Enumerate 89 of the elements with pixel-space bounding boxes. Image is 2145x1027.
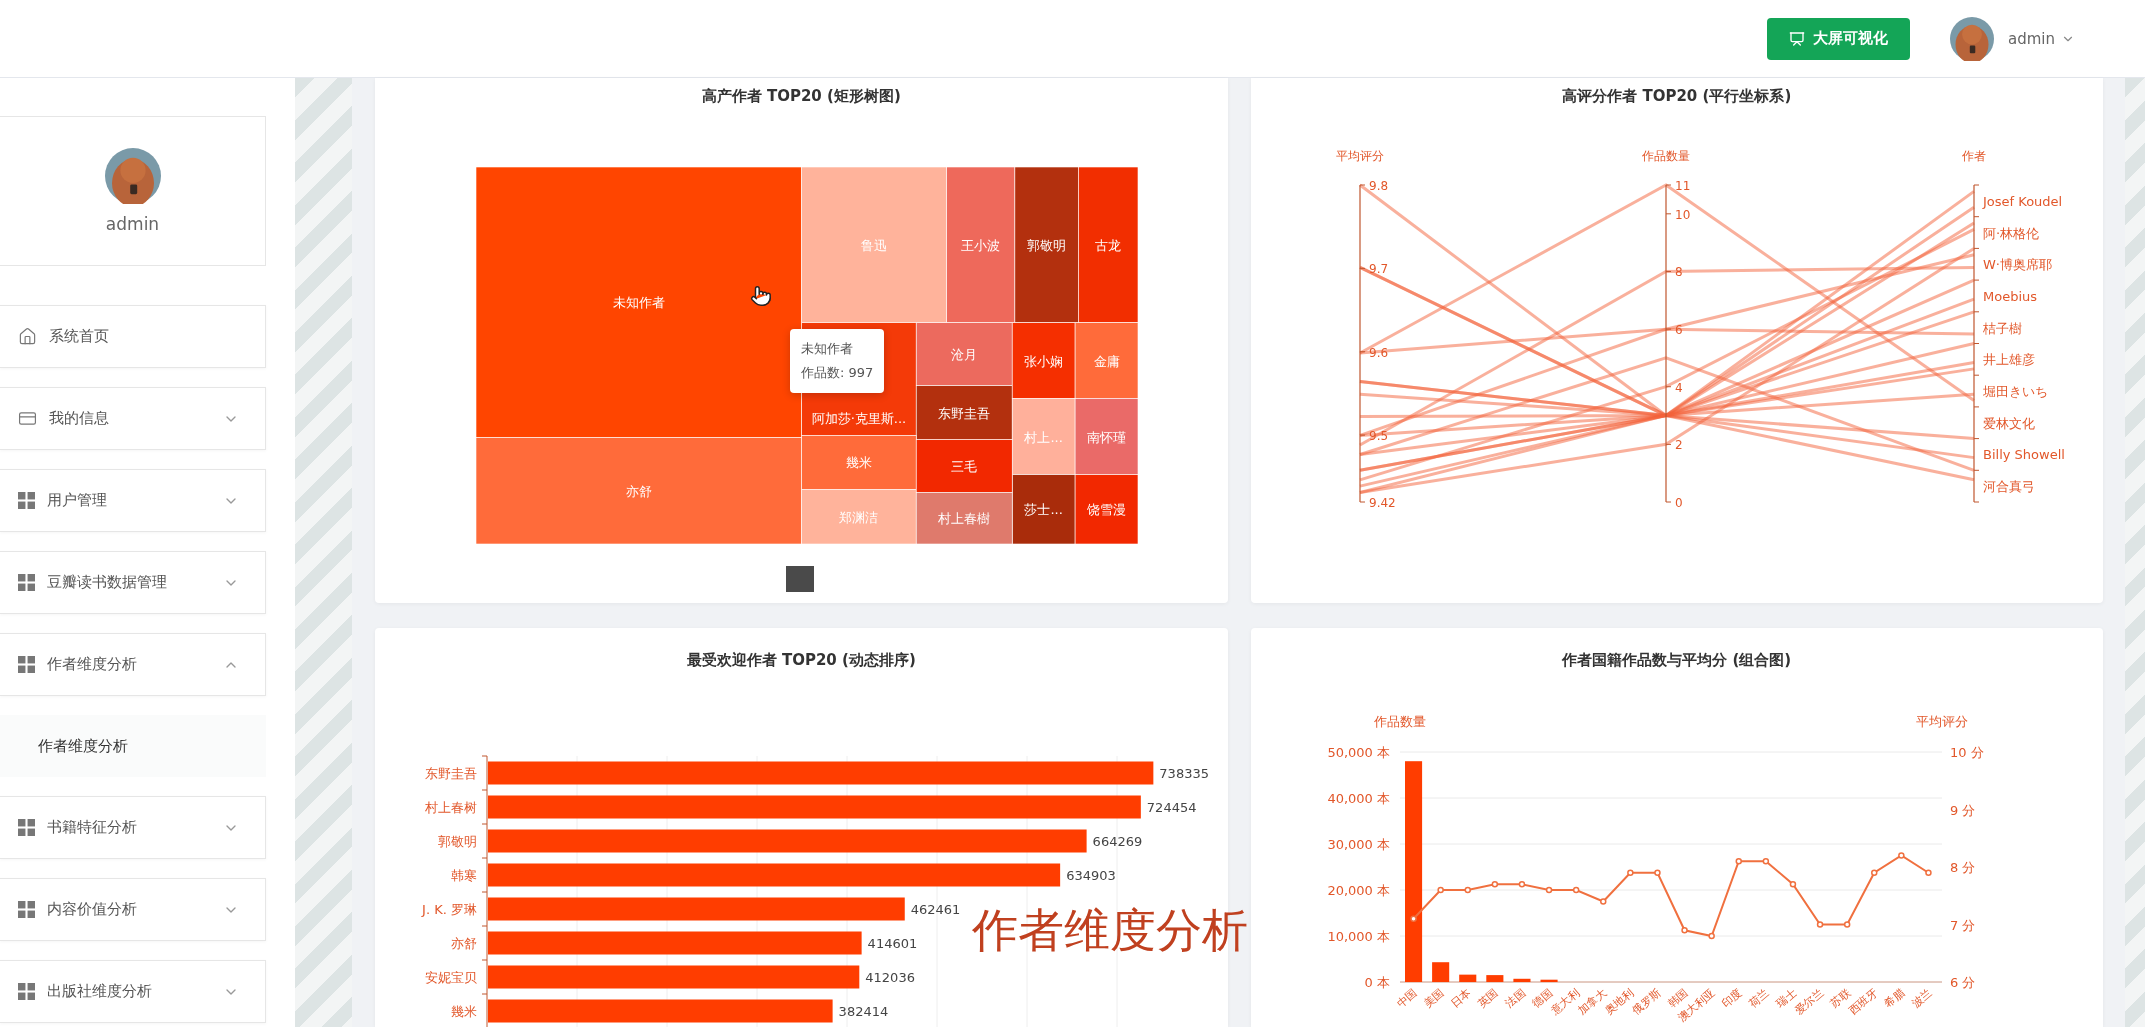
tile-label: 村上春樹 xyxy=(938,511,991,527)
axis-tick-label: 20,000 本 xyxy=(1326,883,1390,898)
axis-tick-label: 9.8 xyxy=(1368,179,1388,193)
category-label: 波兰 xyxy=(1908,986,1934,1011)
axis-tick-label: 9 分 xyxy=(1949,802,1975,818)
axis-tick-label: 9.7 xyxy=(1368,262,1388,277)
axis-tick-label: 40,000 本 xyxy=(1326,791,1390,806)
chart-title: 高评分作者 TOP20 (平行坐标系) xyxy=(1561,86,1793,107)
category-label: 幾米 xyxy=(451,1004,477,1019)
axis-tick-label: 堀田きいち xyxy=(1982,384,2048,400)
profile-name: admin xyxy=(105,214,160,234)
value-label: 664269 xyxy=(1092,834,1143,849)
tile-label: 饶雪漫 xyxy=(1087,502,1127,518)
value-label: 462461 xyxy=(910,902,961,917)
category-label: 安妮宝贝 xyxy=(425,970,477,985)
axis-tick-label: W·博奥席耶 xyxy=(1982,257,2052,273)
axis-tick-label: 阿·林格伦 xyxy=(1982,225,2039,241)
axis-tick-label: 8 分 xyxy=(1949,860,1975,875)
tile-label: 沧月 xyxy=(951,347,978,363)
axis-title: 作者 xyxy=(1961,149,1986,163)
axis-tick-label: 6 xyxy=(1674,323,1683,338)
tile-label: 幾米 xyxy=(845,455,872,471)
chart-title: 高产作者 TOP20 (矩形树图) xyxy=(700,86,902,107)
tile-label: 金庸 xyxy=(1093,353,1120,369)
axis-tick-label: 10 xyxy=(1674,207,1690,222)
axis-tick-label: 9.42 xyxy=(1368,496,1396,510)
tile-label: 亦舒 xyxy=(625,483,652,499)
category-label: 东野圭吾 xyxy=(425,766,477,781)
category-label: 村上春树 xyxy=(425,800,477,815)
axis-tick-label: 11 xyxy=(1674,179,1690,193)
value-label: 414601 xyxy=(867,936,918,951)
axis-tick-label: Josef Koudel xyxy=(1982,193,2062,209)
chart-title: 作者国籍作品数与平均分 (组合图) xyxy=(1561,650,1793,671)
axis-tick-label: 桔子樹 xyxy=(1982,320,2022,336)
axis-title: 平均评分 xyxy=(1335,149,1384,163)
category-label: 美国 xyxy=(1420,986,1447,1011)
axis-tick-label: 0 xyxy=(1674,496,1683,510)
category-label: 英国 xyxy=(1475,986,1501,1011)
category-label: 印度 xyxy=(1718,986,1745,1011)
tile-label: 南怀瑾 xyxy=(1087,429,1127,445)
axis-tick-label: Billy Showell xyxy=(1982,447,2065,463)
tile-label: 村上... xyxy=(1024,429,1063,445)
axis-title: 作品数量 xyxy=(1641,149,1690,163)
value-label: 724454 xyxy=(1146,800,1197,815)
axis-tick-label: 6 分 xyxy=(1949,975,1975,990)
axis-tick-label: 9.6 xyxy=(1368,345,1388,360)
value-label: 634903 xyxy=(1066,868,1116,883)
category-label: 韩寒 xyxy=(451,868,477,883)
axis-title: 平均评分 xyxy=(1915,714,1968,729)
category-label: J. K. 罗琳 xyxy=(422,902,477,917)
tile-label: 三毛 xyxy=(951,458,978,474)
value-label: 412036 xyxy=(865,970,915,985)
category-label: 法国 xyxy=(1502,986,1528,1011)
tile-label: 王小波 xyxy=(961,237,1001,253)
tile-label: 古龙 xyxy=(1095,237,1122,253)
axis-tick-label: 8 xyxy=(1674,265,1683,280)
axis-tick-label: 10 分 xyxy=(1949,745,1984,760)
value-label: 382414 xyxy=(838,1004,889,1019)
tile-label: 张小娴 xyxy=(1024,353,1064,369)
tile-label: 郭敬明 xyxy=(1027,237,1067,253)
axis-tick-label: Moebius xyxy=(1982,288,2037,304)
tile-label: 阿加莎·克里斯... xyxy=(811,411,907,427)
axis-tick-label: 50,000 本 xyxy=(1326,745,1390,760)
axis-tick-label: 10,000 本 xyxy=(1326,929,1390,944)
axis-tick-label: 30,000 本 xyxy=(1326,837,1390,852)
axis-tick-label: 2 xyxy=(1674,438,1683,453)
axis-tick-label: 0 本 xyxy=(1364,975,1390,990)
tile-label: 鲁迅 xyxy=(861,237,888,253)
overlay-caption: 作者维度分析 xyxy=(972,902,1248,959)
category-label: 希腊 xyxy=(1881,986,1907,1011)
category-label: 郭敬明 xyxy=(438,834,477,849)
tooltip-title: 未知作者 xyxy=(801,340,854,358)
axis-tick-label: 4 xyxy=(1674,380,1683,395)
value-label: 738335 xyxy=(1159,766,1209,781)
tile-label: 未知作者 xyxy=(612,295,665,311)
tile-label: 郑渊洁 xyxy=(839,509,879,525)
axis-tick-label: 河合真弓 xyxy=(1982,479,2035,495)
category-label: 荷兰 xyxy=(1746,986,1772,1011)
axis-title: 作品数量 xyxy=(1373,714,1426,729)
axis-tick-label: 爱林文化 xyxy=(1982,415,2035,431)
category-label: 亦舒 xyxy=(451,936,477,951)
category-label: 中国 xyxy=(1393,986,1419,1011)
category-label: 日本 xyxy=(1447,986,1474,1011)
axis-tick-label: 井上雄彦 xyxy=(1982,352,2035,368)
axis-tick-label: 7 分 xyxy=(1949,917,1975,933)
tooltip-value: 作品数: 997 xyxy=(801,364,874,382)
tile-label: 莎士... xyxy=(1024,502,1063,518)
chart-title: 最受欢迎作者 TOP20 (动态排序) xyxy=(685,650,917,671)
tile-label: 东野圭吾 xyxy=(938,405,991,421)
